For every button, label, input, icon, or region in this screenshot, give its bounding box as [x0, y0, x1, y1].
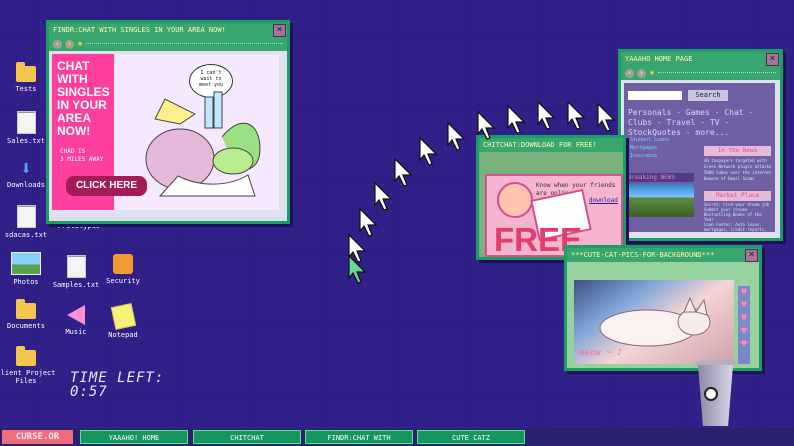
time-left-value: 0:57: [70, 384, 108, 400]
hearts-sidebar: ♥ ♥ ♥ ♥ ♥: [738, 286, 750, 364]
market-list: Secret: Find your dream job Submit your …: [704, 202, 772, 232]
cat-illustration: [599, 296, 711, 347]
icon-label: Notepad: [108, 331, 138, 339]
close-icon[interactable]: ×: [273, 24, 286, 37]
close-icon[interactable]: ×: [745, 249, 758, 262]
desktop-icon-client-project-files[interactable]: Client Project Files: [0, 346, 57, 385]
icon-label: Client Project Files: [0, 369, 56, 385]
icon-label: Photos: [13, 278, 39, 286]
icon-label: Tests: [15, 85, 37, 93]
security-lock-icon: [113, 254, 133, 274]
market-item[interactable]: Loan Center: Auto loans, mortgages, cred…: [704, 222, 772, 232]
start-button[interactable]: CURSE.OR: [2, 430, 73, 444]
folder-icon: [16, 62, 36, 82]
icon-label: Documents: [7, 322, 45, 330]
time-left-display: TIME LEFT: 0:57: [70, 371, 164, 399]
taskbar-item-catz[interactable]: CUTE CATZ: [417, 430, 525, 444]
yaaaho-links[interactable]: Personals - Games - Chat - Clubs - Trave…: [628, 108, 774, 138]
folder-icon: [16, 346, 36, 366]
icon-label: Security: [106, 277, 140, 285]
cursor-swarm: [348, 102, 616, 284]
trash-can-eye: [704, 387, 718, 401]
time-left-label: TIME LEFT:: [70, 370, 165, 386]
market-header: Market Place: [704, 191, 771, 201]
findr-titlebar[interactable]: FINDR:CHAT WITH SINGLES IN YOUR AREA NOW…: [49, 23, 287, 37]
distance-name: CHAD IS: [60, 148, 86, 155]
icon-label: Music: [65, 328, 87, 336]
photo-icon: [11, 252, 41, 275]
taskbar-item-findr[interactable]: FINDR:CHAT WITH: [305, 430, 413, 444]
document-icon: [16, 111, 36, 134]
desktop-icon-notepad[interactable]: Notepad: [92, 303, 154, 339]
back-icon[interactable]: ‹: [53, 39, 62, 49]
document-icon: [16, 205, 36, 228]
findr-ad-banner[interactable]: CHAT WITH SINGLES IN YOUR AREA NOW! CHAD…: [52, 54, 279, 210]
profile-illustration: [145, 91, 261, 197]
news-header: In the News: [704, 146, 771, 156]
taskbar: CURSE.OR YAAAHO! HOME CHITCHAT FINDR:CHA…: [0, 428, 794, 446]
window-title: FINDR:CHAT WITH SINGLES IN YOUR AREA NOW…: [53, 26, 226, 34]
address-bar[interactable]: [658, 72, 776, 74]
speaker-icon: [67, 305, 85, 325]
icon-label: Downloads: [7, 181, 45, 189]
findr-navbar: ‹ › ★: [49, 37, 287, 51]
desktop-icon-security[interactable]: Security: [92, 254, 154, 285]
market-item[interactable]: Bestselling Books of the Year: [704, 212, 772, 222]
forward-icon[interactable]: ›: [65, 39, 74, 49]
window-title: YAAAHO HOME PAGE: [625, 55, 693, 63]
icon-label: sdacas.txt: [4, 231, 48, 239]
yaaaho-page: Search Personals - Games - Chat - Clubs …: [624, 83, 775, 232]
address-bar[interactable]: [86, 43, 283, 45]
yaaaho-titlebar[interactable]: YAAAHO HOME PAGE ×: [621, 52, 780, 66]
favorite-star-icon[interactable]: ★: [77, 39, 83, 49]
document-icon: [66, 255, 86, 278]
taskbar-item-yaaaho[interactable]: YAAAHO! HOME: [80, 430, 188, 444]
icon-label: Sales.txt: [7, 137, 45, 145]
yaaaho-navbar: ‹ › ★: [621, 66, 780, 80]
findr-headline: CHAT WITH SINGLES IN YOUR AREA NOW!: [57, 59, 110, 138]
news-item[interactable]: 40 taxpayers targeted with Green Network…: [704, 158, 772, 170]
favorite-star-icon[interactable]: ★: [649, 68, 655, 78]
trash-can-icon[interactable]: [692, 359, 744, 431]
yaaaho-search-input[interactable]: [628, 91, 682, 100]
distance-value: 3 MILES AWAY: [60, 156, 104, 163]
findr-window[interactable]: FINDR:CHAT WITH SINGLES IN YOUR AREA NOW…: [46, 20, 290, 224]
yaaaho-search-button[interactable]: Search: [688, 90, 728, 101]
forward-icon[interactable]: ›: [637, 68, 646, 78]
cat-caption: meow ~ ♪: [579, 348, 623, 358]
news-list: 40 taxpayers targeted with Green Network…: [704, 158, 772, 182]
download-arrow-icon: ⬇: [19, 156, 33, 180]
back-icon[interactable]: ‹: [625, 68, 634, 78]
folder-icon: [16, 299, 36, 319]
taskbar-item-chitchat[interactable]: CHITCHAT: [193, 430, 301, 444]
close-icon[interactable]: ×: [766, 53, 779, 66]
notepad-icon: [110, 303, 136, 330]
news-item[interactable]: Beware of Email Scams: [704, 176, 772, 182]
